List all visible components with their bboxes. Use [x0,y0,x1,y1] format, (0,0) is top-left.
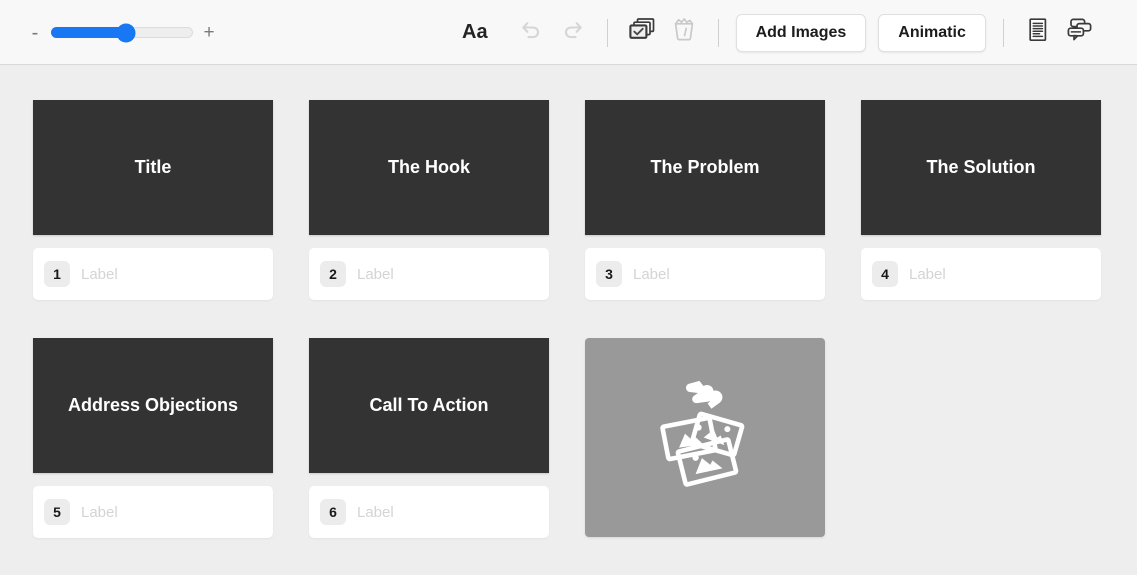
empty-grid-slot [861,338,1101,538]
zoom-out-button[interactable]: - [28,23,42,43]
toolbar-center-group: Aa [458,0,1097,65]
add-images-placeholder-card[interactable] [585,338,825,538]
script-document-icon [1025,16,1051,49]
storyboard-canvas[interactable]: Title 1 The Hook 2 The Problem 3 The Solution 4… [0,65,1137,575]
select-cards-icon [627,16,657,49]
zoom-slider-fill [51,27,126,38]
scene-label-input[interactable] [81,504,251,521]
undo-button[interactable] [514,16,548,50]
scene-number-badge: 6 [320,499,346,525]
scene-number-badge: 3 [596,261,622,287]
scene-label-bar[interactable]: 5 [33,486,273,538]
scene-thumbnail[interactable]: The Hook [309,100,549,235]
scene-title: The Solution [917,157,1046,179]
script-button[interactable] [1021,16,1055,50]
scene-label-bar[interactable]: 3 [585,248,825,300]
scene-label-input[interactable] [357,266,527,283]
scene-grid: Title 1 The Hook 2 The Problem 3 The Solution 4… [33,100,1104,538]
scene-number-badge: 4 [872,261,898,287]
toolbar-left-group: - + [28,0,216,65]
scene-card[interactable]: Call To Action 6 [309,338,549,538]
undo-icon [519,18,543,47]
scene-label-bar[interactable]: 2 [309,248,549,300]
scene-number-badge: 2 [320,261,346,287]
comments-icon [1064,16,1096,49]
text-tool-button[interactable]: Aa [458,19,492,46]
scene-label-input[interactable] [357,504,527,521]
scene-label-bar[interactable]: 6 [309,486,549,538]
trash-icon [671,16,697,49]
add-images-button[interactable]: Add Images [736,14,867,52]
add-images-dropzone[interactable] [585,338,825,537]
scene-label-input[interactable] [81,266,251,283]
scene-card[interactable]: The Problem 3 [585,100,825,300]
scene-number-badge: 1 [44,261,70,287]
toolbar-divider-3 [1003,19,1004,47]
scene-title: Title [125,157,182,179]
scene-label-input[interactable] [633,266,803,283]
zoom-slider-track[interactable] [51,27,193,38]
scene-thumbnail[interactable]: The Solution [861,100,1101,235]
delete-button[interactable] [667,16,701,50]
storyboard-app: - + Aa [0,0,1137,575]
toolbar: - + Aa [0,0,1137,65]
scene-card[interactable]: The Hook 2 [309,100,549,300]
photos-drop-illustration-icon [655,379,755,496]
animatic-button[interactable]: Animatic [878,14,986,52]
zoom-slider-thumb[interactable] [116,23,135,42]
toolbar-divider-1 [607,19,608,47]
scene-label-input[interactable] [909,266,1079,283]
scene-title: The Problem [640,157,769,179]
scene-thumbnail[interactable]: Call To Action [309,338,549,473]
scene-card[interactable]: Title 1 [33,100,273,300]
select-cards-button[interactable] [625,16,659,50]
scene-title: Address Objections [58,395,248,417]
scene-thumbnail[interactable]: Address Objections [33,338,273,473]
zoom-slider-control[interactable]: - + [28,23,216,43]
zoom-in-button[interactable]: + [202,23,216,42]
scene-card[interactable]: Address Objections 5 [33,338,273,538]
comments-button[interactable] [1063,16,1097,50]
scene-card[interactable]: The Solution 4 [861,100,1101,300]
redo-button[interactable] [556,16,590,50]
scene-number-badge: 5 [44,499,70,525]
redo-icon [561,18,585,47]
scene-label-bar[interactable]: 1 [33,248,273,300]
scene-title: Call To Action [360,395,499,417]
scene-thumbnail[interactable]: Title [33,100,273,235]
scene-thumbnail[interactable]: The Problem [585,100,825,235]
scene-title: The Hook [378,157,480,179]
scene-label-bar[interactable]: 4 [861,248,1101,300]
toolbar-divider-2 [718,19,719,47]
